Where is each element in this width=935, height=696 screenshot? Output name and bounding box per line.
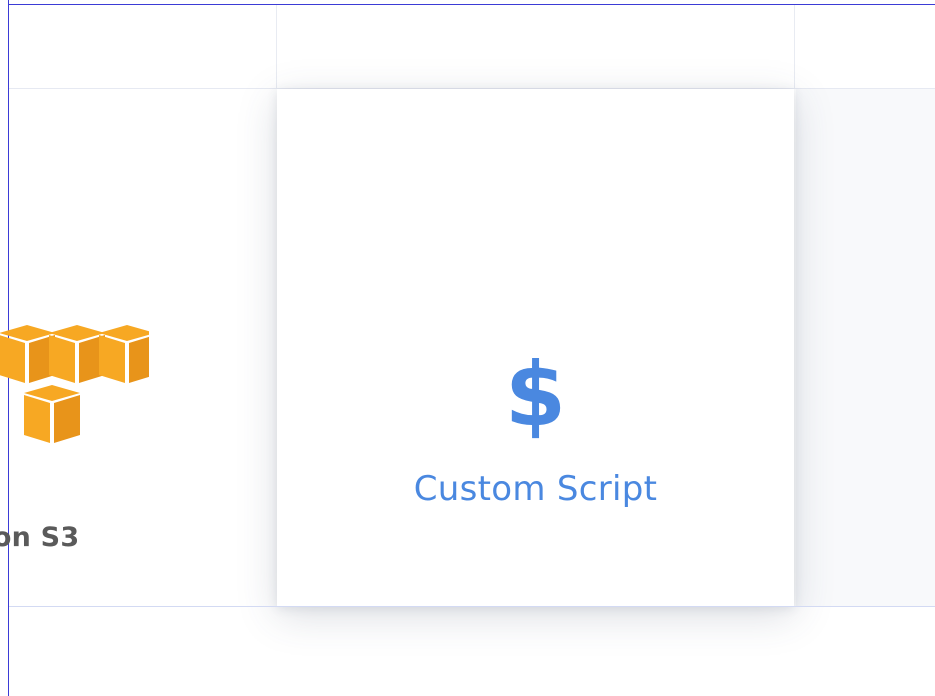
destination-card-custom-script[interactable]: $ Custom Script xyxy=(277,89,794,606)
next-card-placeholder[interactable] xyxy=(796,89,935,606)
grid-row-divider-bottom xyxy=(9,606,935,607)
grid-divider xyxy=(794,5,795,89)
aws-cubes-icon xyxy=(0,325,149,443)
dollar-icon: $ xyxy=(504,343,567,446)
grid-divider xyxy=(276,5,277,89)
custom-script-label: Custom Script xyxy=(413,469,658,509)
frame-border-top xyxy=(8,4,935,5)
destination-card-amazon-s3[interactable]: zon S3 xyxy=(0,89,276,606)
amazon-s3-label: zon S3 xyxy=(0,522,80,553)
